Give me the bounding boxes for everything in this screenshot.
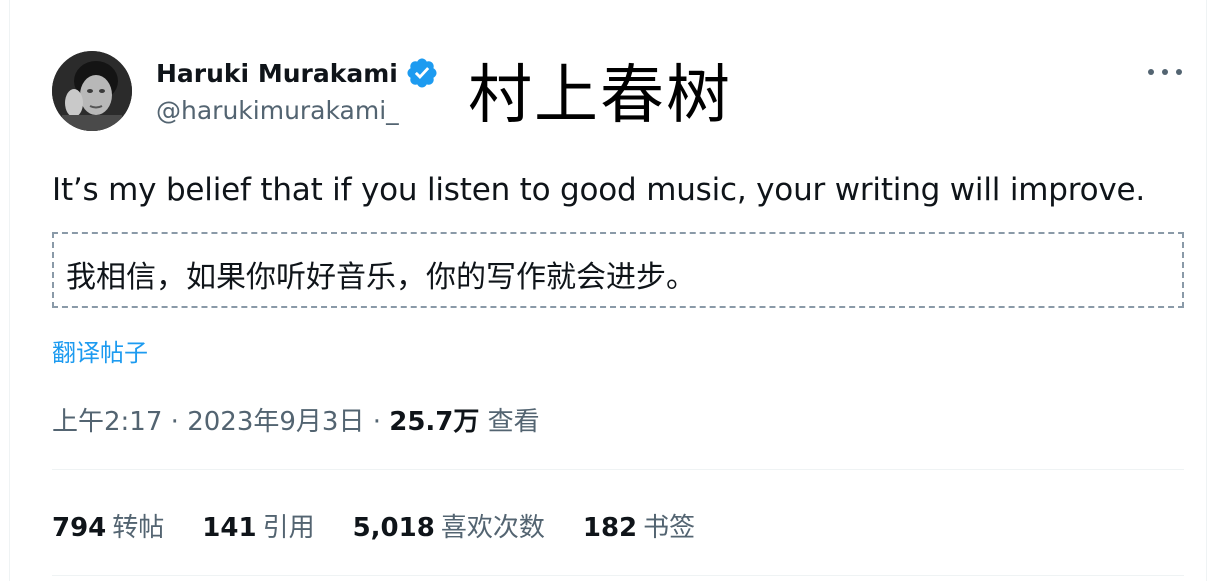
verified-badge-icon[interactable]	[405, 56, 439, 90]
divider	[52, 575, 1184, 576]
stat-reposts[interactable]: 794 转帖	[52, 507, 164, 544]
meta-separator: ·	[162, 407, 188, 437]
author-display-name[interactable]: Haruki Murakami	[156, 56, 439, 90]
engagement-stats: 794 转帖 141 引用 5,018 喜欢次数 182 书签	[52, 507, 733, 544]
views-count[interactable]: 25.7万	[389, 407, 479, 437]
stat-bookmarks[interactable]: 182 书签	[583, 507, 695, 544]
stat-quotes[interactable]: 141 引用	[202, 507, 314, 544]
translation-box: 我相信，如果你听好音乐，你的写作就会进步。	[52, 232, 1184, 308]
post-date[interactable]: 2023年9月3日	[187, 407, 364, 437]
views-label: 查看	[479, 407, 540, 437]
stat-label: 喜欢次数	[440, 513, 545, 543]
stat-likes[interactable]: 5,018 喜欢次数	[353, 507, 545, 544]
stat-label: 引用	[262, 513, 315, 543]
avatar-photo	[52, 51, 132, 131]
display-name-text: Haruki Murakami	[156, 58, 398, 88]
author-handle[interactable]: @harukimurakami_	[156, 96, 399, 125]
tweet-card: Haruki Murakami @harukimurakami_ 村上春树 It…	[9, 0, 1207, 581]
more-options-icon[interactable]	[1148, 60, 1182, 84]
more-dot	[1162, 69, 1168, 75]
more-dot	[1148, 69, 1154, 75]
stat-value: 794	[52, 513, 107, 543]
translation-text: 我相信，如果你听好音乐，你的写作就会进步。	[66, 260, 696, 295]
divider	[52, 469, 1184, 470]
tweet-meta: 上午2:17 · 2023年9月3日 · 25.7万 查看	[52, 401, 540, 438]
translate-post-link[interactable]: 翻译帖子	[52, 333, 148, 368]
more-dot	[1176, 69, 1182, 75]
tweet-text: It’s my belief that if you listen to goo…	[52, 172, 1146, 208]
stat-label: 书签	[643, 513, 696, 543]
stat-value: 5,018	[352, 513, 435, 543]
avatar[interactable]	[52, 51, 132, 131]
stat-value: 182	[582, 513, 638, 543]
stat-label: 转帖	[112, 513, 165, 543]
post-time[interactable]: 上午2:17	[52, 407, 162, 437]
meta-separator: ·	[364, 407, 390, 437]
overlay-name-text: 村上春树	[468, 59, 732, 133]
stat-value: 141	[202, 513, 257, 543]
